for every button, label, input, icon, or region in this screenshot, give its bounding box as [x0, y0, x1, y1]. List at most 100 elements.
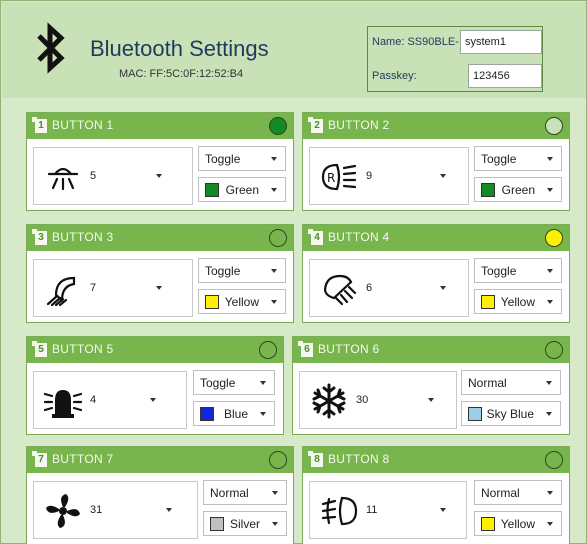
- button-8-indicator: [545, 451, 563, 469]
- button-5-color-select[interactable]: Blue: [193, 401, 275, 426]
- bluetooth-settings-window: Bluetooth Settings MAC: FF:5C:0F:12:52:B…: [0, 0, 587, 544]
- button-4-header: 4 BUTTON 4: [303, 225, 569, 251]
- button-5-indicator: [259, 341, 277, 359]
- beacon-icon: [44, 390, 82, 418]
- button-8-mode-select[interactable]: Normal: [474, 480, 562, 505]
- button-4-number-badge: 4: [308, 229, 323, 245]
- button-4-icon-selector[interactable]: 6: [309, 259, 469, 317]
- button-3-title: BUTTON 3: [52, 230, 114, 244]
- passkey-field[interactable]: 123456: [468, 64, 542, 88]
- button-7-number-badge: 7: [32, 451, 47, 467]
- button-5-icon-number: 4: [90, 394, 97, 406]
- button-8-title: BUTTON 8: [328, 452, 390, 466]
- name-field[interactable]: system1: [460, 30, 542, 54]
- button-6-mode-select[interactable]: Normal: [461, 370, 561, 395]
- chevron-down-icon: [272, 491, 278, 495]
- button-6-color-select[interactable]: Sky Blue: [461, 401, 561, 426]
- button-4-panel: 4 BUTTON 4 6 Toggle Yellow: [302, 224, 570, 323]
- button-7-header: 7 BUTTON 7: [27, 447, 293, 473]
- chevron-down-icon: [440, 508, 446, 512]
- page-title: Bluetooth Settings: [90, 36, 269, 61]
- button-1-icon-selector[interactable]: 5: [33, 147, 193, 205]
- button-7-indicator: [269, 451, 287, 469]
- button-1-indicator: [269, 117, 287, 135]
- chevron-down-icon: [428, 398, 434, 402]
- chevron-down-icon: [271, 269, 277, 273]
- chevron-down-icon: [547, 269, 553, 273]
- button-5-number-badge: 5: [32, 341, 47, 357]
- button-6-icon-number: 30: [356, 394, 369, 406]
- snowflake-icon: [312, 383, 346, 419]
- button-1-icon-number: 5: [90, 170, 97, 182]
- color-swatch: [481, 295, 495, 309]
- chevron-down-icon: [156, 174, 162, 178]
- chevron-down-icon: [546, 381, 552, 385]
- button-8-color-select[interactable]: Yellow: [474, 511, 562, 536]
- button-2-icon-number: 9: [366, 170, 373, 182]
- color-swatch: [200, 407, 214, 421]
- button-7-icon-selector[interactable]: 31: [33, 481, 198, 539]
- button-2-mode-select[interactable]: Toggle: [474, 146, 562, 171]
- chevron-down-icon: [547, 491, 553, 495]
- chevron-down-icon: [260, 412, 266, 416]
- button-8-icon-selector[interactable]: 11: [309, 481, 467, 539]
- mac-address: MAC: FF:5C:0F:12:52:B4: [119, 68, 244, 80]
- button-2-icon-selector[interactable]: R 9: [309, 147, 469, 205]
- color-swatch: [481, 183, 495, 197]
- button-4-icon-number: 6: [366, 282, 373, 294]
- button-7-panel: 7 BUTTON 7 31 Normal Silver: [26, 446, 294, 544]
- passkey-label: Passkey:: [372, 70, 417, 82]
- chevron-down-icon: [547, 522, 553, 526]
- spot-light-icon: [323, 274, 357, 306]
- chevron-down-icon: [547, 300, 553, 304]
- button-1-color-select[interactable]: Green: [198, 177, 286, 202]
- button-3-mode-select[interactable]: Toggle: [198, 258, 286, 283]
- button-5-icon-selector[interactable]: 4: [33, 371, 187, 429]
- chevron-down-icon: [271, 157, 277, 161]
- svg-text:R: R: [327, 171, 335, 185]
- chevron-down-icon: [260, 381, 266, 385]
- rear-light-icon: R: [321, 163, 357, 191]
- chevron-down-icon: [271, 300, 277, 304]
- button-7-mode-select[interactable]: Normal: [203, 480, 287, 505]
- credentials-box: Name: SS90BLE- system1 Passkey: 123456: [367, 26, 543, 92]
- button-7-color-select[interactable]: Silver: [203, 511, 287, 536]
- chevron-down-icon: [546, 412, 552, 416]
- fan-icon: [46, 494, 80, 528]
- button-6-panel: 6 BUTTON 6 30 Normal Sky Blue: [292, 336, 570, 435]
- button-1-title: BUTTON 1: [52, 118, 114, 132]
- chevron-down-icon: [547, 188, 553, 192]
- button-1-mode-select[interactable]: Toggle: [198, 146, 286, 171]
- button-6-indicator: [545, 341, 563, 359]
- button-8-icon-number: 11: [366, 504, 378, 516]
- color-swatch: [210, 517, 224, 531]
- button-1-panel: 1 BUTTON 1 5 Toggle Green: [26, 112, 294, 211]
- color-swatch: [468, 407, 482, 421]
- dome-light-icon: [47, 167, 79, 191]
- button-3-color-select[interactable]: Yellow: [198, 289, 286, 314]
- chevron-down-icon: [150, 398, 156, 402]
- button-5-title: BUTTON 5: [52, 342, 114, 356]
- button-4-color-select[interactable]: Yellow: [474, 289, 562, 314]
- button-5-panel: 5 BUTTON 5 4 Toggle Blue: [26, 336, 284, 435]
- button-2-color-select[interactable]: Green: [474, 177, 562, 202]
- button-5-mode-select[interactable]: Toggle: [193, 370, 275, 395]
- button-6-number-badge: 6: [298, 341, 313, 357]
- button-3-number-badge: 3: [32, 229, 47, 245]
- button-1-header: 1 BUTTON 1: [27, 113, 293, 139]
- fog-light-icon: [321, 496, 358, 526]
- button-3-icon-number: 7: [90, 282, 97, 294]
- button-2-title: BUTTON 2: [328, 118, 390, 132]
- button-2-indicator: [545, 117, 563, 135]
- button-2-number-badge: 2: [308, 117, 323, 133]
- button-4-mode-select[interactable]: Toggle: [474, 258, 562, 283]
- chevron-down-icon: [440, 174, 446, 178]
- button-6-icon-selector[interactable]: 30: [299, 371, 457, 429]
- button-7-title: BUTTON 7: [52, 452, 114, 466]
- button-3-indicator: [269, 229, 287, 247]
- button-3-icon-selector[interactable]: 7: [33, 259, 193, 317]
- chevron-down-icon: [272, 522, 278, 526]
- button-8-header: 8 BUTTON 8: [303, 447, 569, 473]
- button-2-panel: 2 BUTTON 2 R 9 Toggle Green: [302, 112, 570, 211]
- name-label: Name: SS90BLE-: [372, 36, 459, 48]
